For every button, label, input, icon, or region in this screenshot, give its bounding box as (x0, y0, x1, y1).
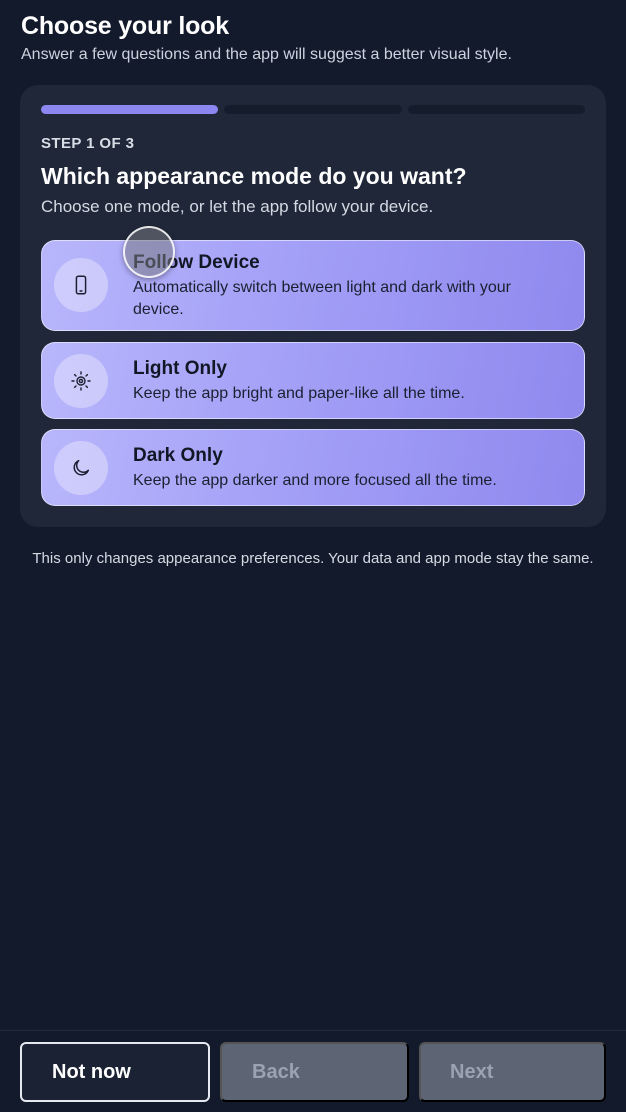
next-button[interactable]: Next (419, 1042, 606, 1102)
option-title: Light Only (133, 358, 227, 379)
not-now-button[interactable]: Not now (20, 1042, 210, 1102)
progress-segment-3 (407, 105, 585, 114)
option-title: Dark Only (133, 445, 223, 466)
touch-cursor-indicator (123, 226, 175, 278)
question-card: STEP 1 OF 3 Which appearance mode do you… (20, 85, 606, 527)
option-description: Keep the app darker and more focused all… (133, 472, 497, 489)
step-progress-bar (41, 105, 585, 114)
back-button[interactable]: Back (220, 1042, 409, 1102)
option-description: Keep the app bright and paper-like all t… (133, 385, 465, 402)
footer-bar: Not now Back Next (0, 1030, 626, 1112)
appearance-wizard-screen: Choose your look Answer a few questions … (0, 0, 626, 1112)
phone-icon (54, 258, 108, 312)
step-label: STEP 1 OF 3 (41, 135, 135, 152)
progress-segment-1 (41, 105, 219, 114)
moon-icon (54, 441, 108, 495)
header: Choose your look Answer a few questions … (21, 10, 606, 66)
sun-icon (54, 354, 108, 408)
option-description: Automatically switch between light and d… (133, 279, 511, 318)
option-dark-only[interactable]: Dark Only Keep the app darker and more f… (41, 429, 585, 506)
page-title: Choose your look (21, 12, 229, 40)
page-subtitle: Answer a few questions and the app will … (21, 46, 512, 63)
progress-segment-2 (224, 105, 402, 114)
info-note: This only changes appearance preferences… (32, 550, 594, 567)
question-title: Which appearance mode do you want? (41, 163, 467, 189)
question-hint: Choose one mode, or let the app follow y… (41, 197, 434, 216)
option-light-only[interactable]: Light Only Keep the app bright and paper… (41, 342, 585, 419)
